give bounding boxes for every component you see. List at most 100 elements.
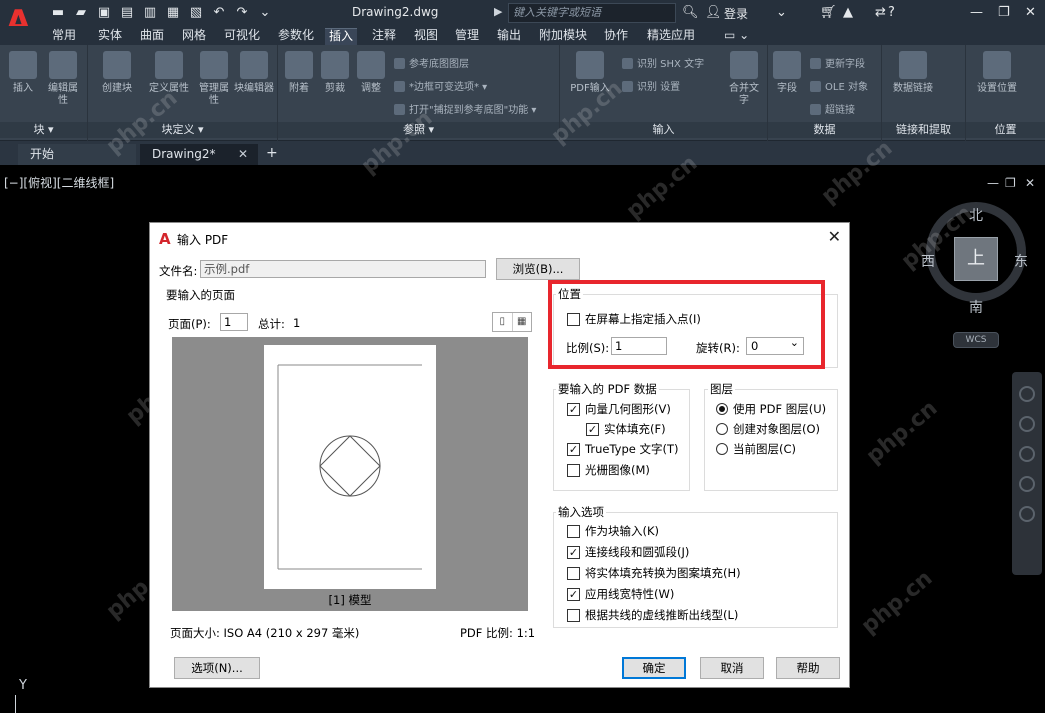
set-location-button[interactable]: 设置位置 xyxy=(972,51,1022,95)
use-pdf-layers-radio[interactable]: 使用 PDF 图层(U) xyxy=(716,401,826,417)
restore-icon[interactable]: ❐ xyxy=(998,4,1010,22)
raster-image-box[interactable] xyxy=(567,463,580,477)
redo-icon[interactable]: ↷ xyxy=(232,4,252,22)
recognize-shx-button[interactable]: 识别 SHX 文字 xyxy=(622,55,704,70)
file-tab-drawing2[interactable]: Drawing2* ✕ xyxy=(140,144,258,165)
tab-annotate[interactable]: 注释 xyxy=(368,28,400,45)
import-group-label[interactable]: 输入 xyxy=(560,122,767,138)
new-icon[interactable]: ▬ xyxy=(48,4,68,22)
underlay-layers-button[interactable]: 参考底图图层 xyxy=(394,55,469,70)
publish-icon[interactable]: ▥ xyxy=(140,4,160,22)
showmotion-icon[interactable] xyxy=(1019,506,1035,522)
close-window-icon[interactable]: ✕ xyxy=(1025,4,1036,22)
raster-image-checkbox[interactable]: 光栅图像(M) xyxy=(567,462,650,478)
vector-geometry-checkbox[interactable]: ✓ 向量几何图形(V) xyxy=(567,401,671,417)
tab-output[interactable]: 输出 xyxy=(493,28,525,45)
zoom-icon[interactable] xyxy=(1019,446,1035,462)
tab-parametric[interactable]: 参数化 xyxy=(274,28,318,45)
data-link-button[interactable]: 数据链接 xyxy=(888,51,938,95)
viewport-controls[interactable]: [−][俯视][二维线框] xyxy=(4,174,114,191)
viewcube-top-face[interactable]: 上 xyxy=(954,237,998,281)
block-group-label[interactable]: 块 ▾ xyxy=(0,122,87,138)
page-number-input[interactable]: 1 xyxy=(220,313,248,331)
convert-fill-to-hatch-box[interactable] xyxy=(567,566,580,580)
tab-featured-apps[interactable]: 精选应用 xyxy=(643,28,699,45)
single-page-view-icon[interactable]: ▯ xyxy=(493,313,513,331)
pdf-import-button[interactable]: PDF输入 xyxy=(570,51,610,95)
attach-button[interactable]: 附着 xyxy=(282,51,316,95)
infer-linetypes-box[interactable] xyxy=(567,608,580,622)
field-button[interactable]: 字段 xyxy=(770,51,804,95)
wcs-menu[interactable]: WCS xyxy=(953,332,999,348)
tab-surface[interactable]: 曲面 xyxy=(136,28,168,45)
join-segments-box[interactable]: ✓ xyxy=(567,545,580,559)
minimize-icon[interactable]: — xyxy=(970,4,983,22)
tab-manage[interactable]: 管理 xyxy=(451,28,483,45)
tab-insert[interactable]: 插入 xyxy=(325,28,358,45)
customize-qat-icon[interactable]: ⌄ xyxy=(255,4,275,22)
compass-south[interactable]: 南 xyxy=(969,297,983,317)
define-attribute-button[interactable]: 定义属性 xyxy=(144,51,194,95)
viewport-close-icon[interactable]: ✕ xyxy=(1025,176,1035,190)
user-icon[interactable]: 👤︎ xyxy=(705,4,722,22)
import-as-block-box[interactable] xyxy=(567,524,580,538)
solid-fill-checkbox[interactable]: ✓ 实体填充(F) xyxy=(586,421,666,437)
steering-wheel-icon[interactable] xyxy=(1019,386,1035,402)
viewport-minimize-icon[interactable]: — xyxy=(987,176,999,190)
new-tab-button[interactable]: + xyxy=(266,145,278,161)
convert-fill-to-hatch-checkbox[interactable]: 将实体填充转换为图案填充(H) xyxy=(567,565,741,581)
recognize-settings-button[interactable]: 识别 设置 xyxy=(622,78,680,93)
apply-lineweight-box[interactable]: ✓ xyxy=(567,587,580,601)
plot-icon[interactable]: ▦ xyxy=(163,4,183,22)
reference-group-label[interactable]: 参照 ▾ xyxy=(278,122,559,138)
clip-button[interactable]: 剪裁 xyxy=(318,51,352,95)
create-block-button[interactable]: 创建块 xyxy=(94,51,140,95)
tab-mesh[interactable]: 网格 xyxy=(178,28,210,45)
search-input[interactable]: 键入关键字或短语 xyxy=(508,3,676,23)
cancel-button[interactable]: 取消 xyxy=(700,657,764,679)
print-icon[interactable]: ▧ xyxy=(186,4,206,22)
autodesk-account-icon[interactable]: ▲ xyxy=(843,4,853,22)
thumbnail-view-icon[interactable]: ▦ xyxy=(513,313,532,331)
cart-icon[interactable]: 🛒︎ xyxy=(820,4,837,22)
tab-home[interactable]: 常用 xyxy=(48,28,80,45)
tab-solid[interactable]: 实体 xyxy=(94,28,126,45)
solid-fill-box[interactable]: ✓ xyxy=(586,422,599,436)
apply-lineweight-checkbox[interactable]: ✓ 应用线宽特性(W) xyxy=(567,586,674,602)
dialog-close-button[interactable]: ✕ xyxy=(828,227,841,246)
snap-to-underlay-dropdown[interactable]: 打开"捕捉到参考底图"功能 ▾ xyxy=(394,101,536,116)
adjust-button[interactable]: 调整 xyxy=(354,51,388,95)
import-as-block-checkbox[interactable]: 作为块输入(K) xyxy=(567,523,659,539)
use-pdf-layers-dot[interactable] xyxy=(716,403,728,415)
orbit-icon[interactable] xyxy=(1019,476,1035,492)
close-tab-icon[interactable]: ✕ xyxy=(238,144,248,164)
vector-geometry-box[interactable]: ✓ xyxy=(567,402,580,416)
edit-attribute-button[interactable]: 编辑属性 xyxy=(44,51,82,107)
filename-field[interactable]: 示例.pdf xyxy=(200,260,486,278)
help-button[interactable]: 帮助 xyxy=(776,657,840,679)
compass-west[interactable]: 西 xyxy=(921,251,935,271)
search-icon[interactable]: 🔍︎ xyxy=(682,4,699,22)
truetype-text-box[interactable]: ✓ xyxy=(567,442,580,456)
ok-button[interactable]: 确定 xyxy=(622,657,686,679)
ribbon-options-icon[interactable]: ▭ ⌄ xyxy=(720,28,753,45)
save-as-icon[interactable]: ▤ xyxy=(117,4,137,22)
block-definition-group-label[interactable]: 块定义 ▾ xyxy=(88,122,277,138)
combine-text-button[interactable]: 合并文字 xyxy=(726,51,762,107)
compass-east[interactable]: 东 xyxy=(1014,251,1028,271)
create-object-layers-dot[interactable] xyxy=(716,423,728,435)
undo-icon[interactable]: ↶ xyxy=(209,4,229,22)
login-dropdown-icon[interactable]: ⌄ xyxy=(776,4,787,22)
open-icon[interactable]: ▰ xyxy=(71,4,91,22)
save-icon[interactable]: ▣ xyxy=(94,4,114,22)
compass-north[interactable]: 北 xyxy=(969,205,983,225)
tab-addins[interactable]: 附加模块 xyxy=(535,28,591,45)
tab-view[interactable]: 视图 xyxy=(410,28,442,45)
current-layer-dot[interactable] xyxy=(716,443,728,455)
hyperlink-button[interactable]: 超链接 xyxy=(810,101,855,116)
current-layer-radio[interactable]: 当前图层(C) xyxy=(716,441,796,457)
create-object-layers-radio[interactable]: 创建对象图层(O) xyxy=(716,421,820,437)
insert-block-button[interactable]: 插入 xyxy=(4,51,42,95)
truetype-text-checkbox[interactable]: ✓ TrueType 文字(T) xyxy=(567,441,679,457)
file-tab-start[interactable]: 开始 xyxy=(18,144,136,165)
